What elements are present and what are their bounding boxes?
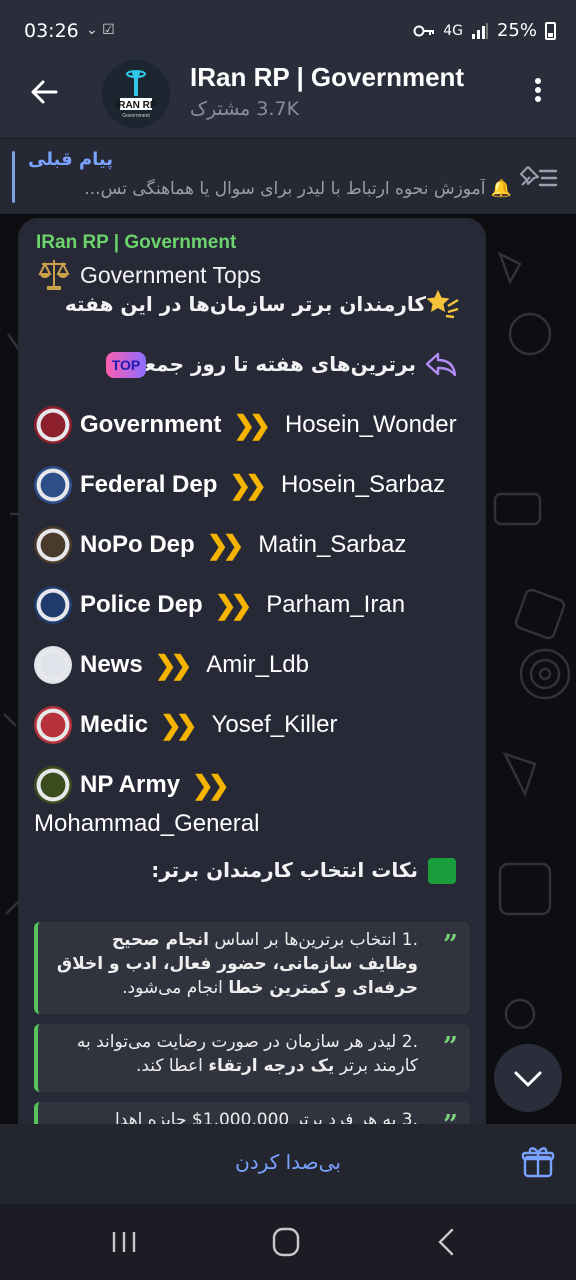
scales-icon xyxy=(38,260,70,290)
double-chevron-icon: ❯❯ xyxy=(214,589,252,620)
double-chevron-icon: ❯❯ xyxy=(233,409,270,440)
tops-row: NoPo Dep ❯❯ Matin_Sarbaz xyxy=(34,526,406,564)
quote-block-2: ” .2 لیدر هر سازمان در صورت رضایت می‌توا… xyxy=(34,1024,470,1092)
pinned-title: پیام قبلی xyxy=(28,149,114,170)
channel-avatar[interactable]: IRAN RP Government xyxy=(102,60,170,128)
gift-icon[interactable] xyxy=(520,1144,556,1180)
signal-icon xyxy=(471,22,488,39)
pinned-preview: 🔔 آموزش نحوه ارتباط با لیدر برای سوال یا… xyxy=(84,179,512,199)
tops-row: Government ❯❯ Hosein_Wonder xyxy=(34,406,457,444)
department-seal-icon xyxy=(34,406,72,444)
notification-icons: ⌄ ☑ xyxy=(86,22,115,38)
employee-name: Amir_Ldb xyxy=(206,651,309,678)
tops-row: News ❯❯ Amir_Ldb xyxy=(34,646,309,684)
employee-name: Hosein_Wonder xyxy=(284,411,457,438)
double-chevron-icon: ❯❯ xyxy=(154,649,192,680)
subscriber-count: 3.7K مشترک xyxy=(190,98,300,120)
status-time: 03:26 xyxy=(24,20,79,42)
avatar-label: IRAN RP xyxy=(115,100,156,111)
double-chevron-icon: ❯❯ xyxy=(192,769,229,800)
pinned-list-icon[interactable] xyxy=(518,163,558,191)
shooting-star-icon xyxy=(426,290,459,319)
tops-row: Police Dep ❯❯ Parham_Iran xyxy=(34,586,405,624)
quote-mark-icon: ” xyxy=(443,1110,458,1124)
battery-icon xyxy=(545,21,556,40)
department-seal-icon xyxy=(34,766,72,804)
channel-bottom-bar: بی‌صدا کردن xyxy=(0,1124,576,1204)
chat-header: IRAN RP Government IRan RP | Government … xyxy=(0,60,576,138)
quote-block-3: ” .3 به هر فرد برتر 1,000,000$ جایزه اهد… xyxy=(34,1102,470,1124)
employee-name: Mohammad_General xyxy=(34,810,260,837)
weekly-tops-label: برترین‌های هفته تا روز جمعه xyxy=(132,352,416,376)
quote-2-text: .2 لیدر هر سازمان در صورت رضایت می‌تواند… xyxy=(76,1032,418,1076)
double-chevron-icon: ❯❯ xyxy=(206,529,244,560)
key-icon xyxy=(413,25,435,36)
tops-row: Medic ❯❯ Yosef_Killer xyxy=(34,706,337,744)
reply-arrow-icon xyxy=(425,352,457,377)
tower-logo-icon: IRAN RP Government xyxy=(102,60,170,128)
department-name: News xyxy=(80,651,143,678)
quote-3-text: .3 به هر فرد برتر 1,000,000$ جایزه اهدا xyxy=(115,1110,418,1124)
department-name: Federal Dep xyxy=(80,471,218,498)
employee-name: Hosein_Sarbaz xyxy=(280,471,446,498)
tops-row: NP Army ❯❯ Mohammad_General xyxy=(34,766,464,838)
back-arrow-icon[interactable] xyxy=(26,74,62,110)
chevron-down-icon xyxy=(514,1071,542,1087)
message-subheading: کارمندان برتر سازمان‌ها در این هفته xyxy=(64,292,426,316)
double-chevron-icon: ❯❯ xyxy=(160,709,197,740)
department-name: NoPo Dep xyxy=(80,531,195,558)
department-name: Medic xyxy=(80,711,149,738)
department-seal-icon xyxy=(34,706,72,744)
tops-row: Federal Dep ❯❯ Hosein_Sarbaz xyxy=(34,466,445,504)
pinned-message-bar[interactable]: پیام قبلی 🔔 آموزش نحوه ارتباط با لیدر بر… xyxy=(0,138,576,214)
department-name: NP Army xyxy=(80,771,181,798)
scroll-down-button[interactable] xyxy=(494,1044,562,1112)
pinned-indicator xyxy=(12,151,15,203)
department-name: Police Dep xyxy=(80,591,203,618)
employee-name: Yosef_Killer xyxy=(211,711,338,738)
chat-area[interactable]: IRan RP | Government Government Tops کار… xyxy=(0,214,576,1124)
quote-mark-icon: ” xyxy=(443,930,458,960)
double-chevron-icon: ❯❯ xyxy=(229,469,266,500)
quote-block-1: ” .1 انتخاب برترین‌ها بر اساس انجام صحیح… xyxy=(34,922,470,1014)
recent-apps-icon[interactable] xyxy=(104,1224,144,1260)
message-heading: Government Tops xyxy=(80,262,262,288)
department-seal-icon xyxy=(34,526,72,564)
employee-name: Matin_Sarbaz xyxy=(258,531,407,558)
department-name: Government xyxy=(80,411,222,438)
nav-back-icon[interactable] xyxy=(428,1224,468,1260)
quote-1-text: .1 انتخاب برترین‌ها بر اساس انجام صحیح و… xyxy=(56,930,418,998)
department-seal-icon xyxy=(34,646,72,684)
system-nav-bar xyxy=(0,1204,576,1280)
status-bar: 03:26 ⌄ ☑ 4G 25% xyxy=(0,0,576,60)
department-seal-icon xyxy=(34,586,72,624)
message-bubble[interactable]: IRan RP | Government Government Tops کار… xyxy=(18,218,486,1124)
home-icon[interactable] xyxy=(266,1224,306,1260)
channel-title[interactable]: IRan RP | Government xyxy=(190,62,464,93)
battery-percent: 25% xyxy=(496,20,537,41)
message-sender[interactable]: IRan RP | Government xyxy=(36,232,236,254)
department-seal-icon xyxy=(34,466,72,504)
employee-name: Parham_Iran xyxy=(266,591,406,618)
top-badge-icon: TOP xyxy=(106,352,146,378)
more-menu-icon[interactable] xyxy=(526,76,550,106)
tips-title: نکات انتخاب کارمندان برتر: xyxy=(151,858,418,882)
quote-mark-icon: ” xyxy=(443,1032,458,1062)
mute-button[interactable]: بی‌صدا کردن xyxy=(0,1150,576,1174)
status-right: 4G 25% xyxy=(413,20,556,41)
checkbox-emoji-icon xyxy=(428,858,456,884)
avatar-sublabel: Government xyxy=(122,113,150,119)
network-type: 4G xyxy=(443,22,463,39)
